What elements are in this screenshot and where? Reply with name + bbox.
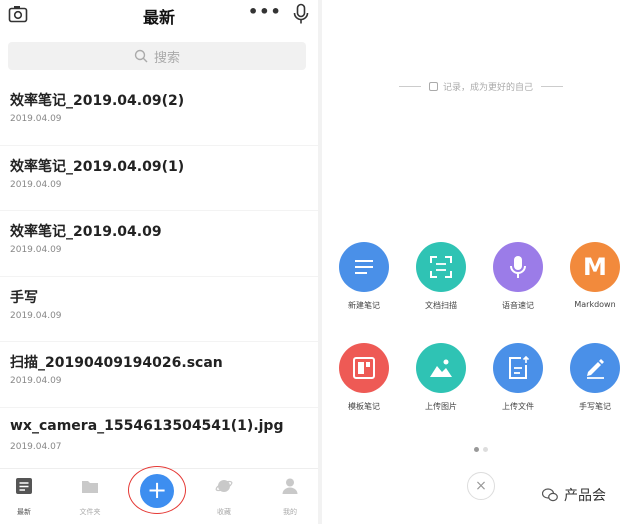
tab-latest[interactable]: 最新 (4, 477, 44, 517)
page-indicator (472, 437, 490, 456)
list-item[interactable]: 扫描_20190409194026.scan 2019.04.09 (0, 342, 318, 408)
voice-note-button[interactable]: 语音速记 (483, 242, 553, 311)
list-item[interactable]: 手写 2019.04.09 (0, 277, 318, 342)
action-label: 上传文件 (502, 402, 534, 411)
note-list: 效率笔记_2019.04.09(2) 2019.04.09 效率笔记_2019.… (0, 80, 318, 473)
wechat-icon (542, 488, 558, 502)
note-title: 效率笔记_2019.04.09(1) (10, 158, 185, 175)
search-placeholder: 搜索 (153, 50, 180, 66)
tab-label: 我的 (283, 508, 297, 516)
handwriting-note-button[interactable]: 手写笔记 (560, 343, 630, 412)
note-date: 2019.04.09 (10, 376, 62, 386)
scan-icon (416, 242, 466, 292)
close-button[interactable]: × (467, 472, 495, 500)
action-label: 模板笔记 (348, 402, 380, 411)
upload-file-button[interactable]: 上传文件 (483, 343, 553, 412)
create-menu-screen: 记录，成为更好的自己 新建笔记 文档扫描 语音速记 M Markdown 模板笔… (322, 0, 640, 524)
more-icon[interactable]: ••• (248, 2, 282, 21)
list-item[interactable]: 效率笔记_2019.04.09(2) 2019.04.09 (0, 80, 318, 146)
note-title: wx_camera_1554613504541(1).jpg (10, 417, 284, 434)
note-date: 2019.04.09 (10, 310, 62, 321)
note-lines-icon (339, 242, 389, 292)
action-label: 文档扫描 (425, 301, 457, 310)
search-input[interactable]: 搜索 (8, 42, 306, 70)
tab-label: 收藏 (217, 508, 231, 516)
image-icon (416, 343, 466, 393)
add-note-button[interactable]: + (140, 474, 174, 508)
action-label: 新建笔记 (348, 301, 380, 310)
divider-line (541, 86, 563, 87)
tab-label: 文件夹 (79, 508, 101, 516)
page-dot (483, 447, 488, 452)
tab-profile[interactable]: 我的 (270, 477, 310, 517)
new-note-button[interactable]: 新建笔记 (329, 242, 399, 311)
planet-icon (215, 480, 233, 492)
pen-icon (570, 343, 620, 393)
note-title: 效率笔记_2019.04.09 (10, 224, 162, 240)
note-date: 2019.04.09 (10, 114, 62, 124)
slogan: 记录，成为更好的自己 (322, 80, 640, 93)
watermark-text: 产品会 (564, 488, 606, 504)
scan-document-button[interactable]: 文档扫描 (406, 242, 476, 311)
note-title: 手写 (10, 289, 38, 306)
list-item[interactable]: 效率笔记_2019.04.09(1) 2019.04.09 (0, 146, 318, 211)
note-date: 2019.04.09 (10, 179, 62, 190)
page-dot-active (474, 447, 479, 452)
microphone-icon[interactable] (292, 3, 310, 25)
list-item[interactable]: 效率笔记_2019.04.09 2019.04.09 (0, 211, 318, 277)
template-icon (339, 343, 389, 393)
markdown-glyph: M (583, 253, 607, 281)
markdown-icon: M (570, 242, 620, 292)
microphone-icon (493, 242, 543, 292)
template-note-button[interactable]: 模板笔记 (329, 343, 399, 412)
notes-list-screen: 最新 ••• 搜索 效率笔记_2019.04.09(2) 2019.04.09 … (0, 0, 318, 524)
file-upload-icon (493, 343, 543, 393)
note-icon (16, 478, 32, 494)
note-title: 效率笔记_2019.04.09(2) (10, 93, 185, 109)
list-item[interactable]: wx_camera_1554613504541(1).jpg 2019.04.0… (0, 408, 318, 473)
action-label: 上传图片 (425, 402, 457, 411)
action-label: Markdown (574, 300, 616, 309)
action-label: 语音速记 (502, 301, 534, 310)
watermark: 产品会 (542, 485, 606, 505)
tab-label: 最新 (17, 508, 31, 516)
folder-icon (82, 481, 98, 493)
note-date: 2019.04.07 (10, 441, 62, 452)
upload-image-button[interactable]: 上传图片 (406, 343, 476, 412)
action-label: 手写笔记 (579, 402, 611, 411)
search-icon (134, 49, 148, 63)
divider-line (398, 86, 421, 87)
tab-favorites[interactable]: 收藏 (204, 477, 244, 517)
note-title: 扫描_20190409194026.scan (10, 355, 223, 371)
tab-folders[interactable]: 文件夹 (70, 477, 110, 517)
slogan-text: 记录，成为更好的自己 (442, 83, 533, 93)
note-icon (428, 82, 438, 91)
markdown-button[interactable]: M Markdown (560, 242, 630, 309)
user-icon (282, 478, 298, 494)
top-bar: 最新 ••• (0, 0, 318, 30)
note-date: 2019.04.09 (10, 245, 62, 255)
